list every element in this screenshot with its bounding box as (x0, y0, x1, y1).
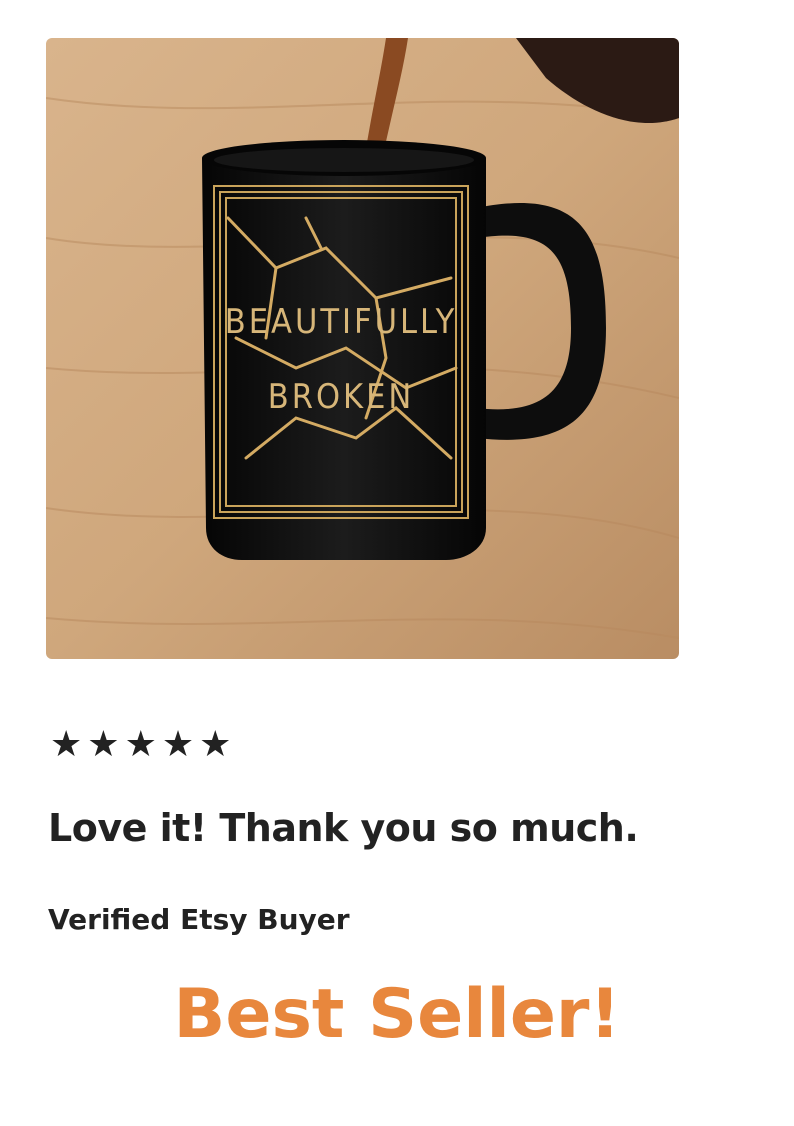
star-icon: ★ (50, 724, 83, 765)
mug-illustration: BEAUTIFULLY BROKEN (46, 38, 679, 659)
star-icon: ★ (124, 724, 157, 765)
star-icon: ★ (87, 724, 120, 765)
review-text: Love it! Thank you so much. (48, 806, 639, 850)
star-rating: ★ ★ ★ ★ ★ (50, 727, 231, 763)
best-seller-badge: Best Seller! (173, 975, 621, 1054)
product-photo[interactable]: BEAUTIFULLY BROKEN (46, 38, 679, 659)
star-icon: ★ (199, 724, 232, 765)
reviewer-name: Verified Etsy Buyer (48, 903, 350, 936)
mug-text-line2: BROKEN (268, 377, 415, 417)
mug-text-line1: BEAUTIFULLY (225, 302, 458, 342)
mug-body (202, 158, 486, 560)
listing-page: BEAUTIFULLY BROKEN ★ ★ ★ ★ ★ Love it! Th… (0, 0, 794, 1126)
star-icon: ★ (161, 724, 195, 765)
